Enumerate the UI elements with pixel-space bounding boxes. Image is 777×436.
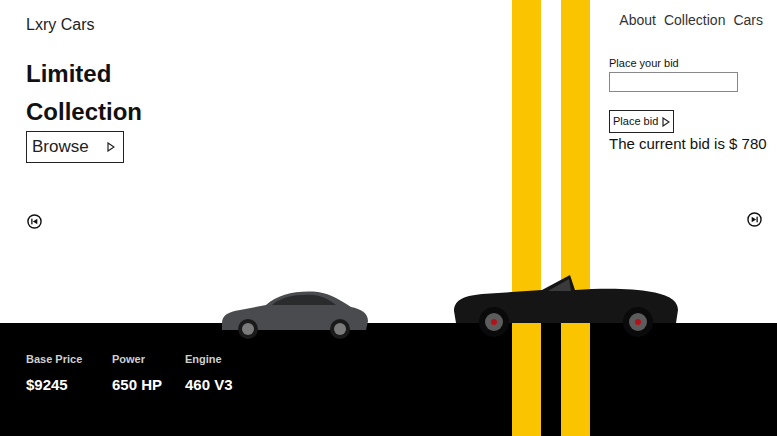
left-column: Lxry Cars LimitedCollection Browse (0, 0, 320, 323)
top-nav: About Collection Cars (609, 10, 777, 30)
place-bid-button[interactable]: Place bid (609, 110, 674, 133)
spec-value: 460 V3 (185, 375, 258, 395)
convertible-car-image (452, 261, 680, 339)
page: Lxry CarsLimitedCollectionBrowseAboutCol… (0, 0, 777, 436)
brand-logo[interactable]: Lxry Cars (26, 15, 94, 35)
spec-value: 650 HP (112, 375, 185, 395)
yellow-stripe (512, 0, 541, 436)
play-icon (107, 142, 115, 152)
nav-link[interactable]: About (619, 10, 656, 30)
bid-label: Place your bid (609, 55, 777, 71)
spec-label: Engine (185, 352, 258, 366)
next-control[interactable] (747, 212, 762, 227)
spec-item: Engine 460 V3 (185, 352, 258, 436)
spec-item: Base Price $9245 (26, 352, 112, 436)
hero-title: LimitedCollection (26, 55, 142, 131)
nav-link[interactable]: Collection (664, 10, 725, 30)
previous-control[interactable] (27, 214, 42, 229)
skip-forward-icon[interactable] (747, 212, 762, 227)
coupe-car (218, 285, 370, 341)
top-section: Lxry CarsLimitedCollectionBrowseAboutCol… (0, 0, 777, 323)
right-column: About Collection Cars Place your bid Place b… (605, 0, 777, 323)
hero-title-line: Collection (26, 93, 142, 131)
spec-value: $9245 (26, 375, 112, 395)
browse-label: Browse (32, 134, 89, 160)
spec-label: Power (112, 352, 185, 366)
play-icon (662, 117, 670, 127)
spec-label: Base Price (26, 352, 112, 366)
yellow-stripe (561, 0, 590, 436)
coupe-car-image (218, 285, 370, 341)
current-bid-text: The current bid is $ 780 (609, 134, 777, 154)
place-bid-label: Place bid (613, 113, 658, 130)
bid-input[interactable] (609, 72, 738, 92)
skip-back-icon[interactable] (27, 214, 42, 229)
spec-item: Power 650 HP (112, 352, 185, 436)
browse-button[interactable]: Browse (26, 131, 124, 163)
convertible-car (452, 261, 680, 339)
hero-title-line: Limited (26, 55, 142, 93)
specs-band: Base Price $9245Power 650 HPEngine 460 V3 (0, 323, 777, 436)
nav-link[interactable]: Cars (733, 10, 763, 30)
